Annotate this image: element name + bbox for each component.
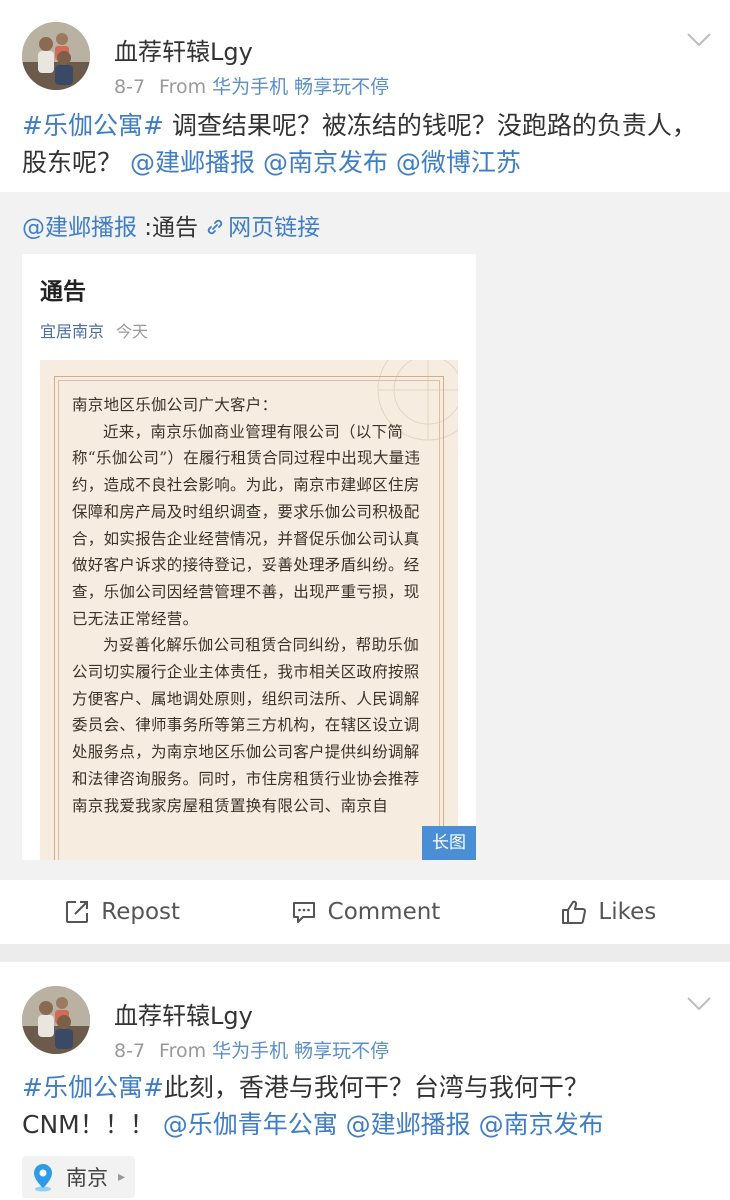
notice-image[interactable]: 南京地区乐伽公司广大客户： 近来，南京乐伽商业管理有限公司（以下简称“乐伽公司”…	[40, 360, 458, 860]
username[interactable]: 血荐轩辕Lgy	[114, 32, 253, 67]
hashtag-link[interactable]: #乐伽公寓#	[22, 111, 164, 140]
notice-paragraph: 为妥善化解乐伽公司租赁合同纠纷，帮助乐伽公司切实履行企业主体责任，我市相关区政府…	[72, 636, 420, 815]
post-date: 8-7	[114, 76, 146, 98]
mention-link[interactable]: @乐伽青年公寓	[163, 1110, 338, 1139]
location-label: 南京	[66, 1166, 108, 1190]
action-bar: Repost Comment Likes	[0, 880, 730, 944]
from-label: From	[159, 1040, 207, 1062]
chevron-down-icon[interactable]	[686, 996, 712, 1012]
thumbs-up-icon	[562, 900, 587, 924]
post-text: #乐伽公寓# 调查结果呢？被冻结的钱呢？没跑路的负责人，股东呢？ @建邺播报 @…	[22, 107, 712, 181]
post-text: #乐伽公寓#此刻，香港与我何干？台湾与我何干？CNM！！！ @乐伽青年公寓 @建…	[22, 1069, 712, 1143]
weibo-post: 血荐轩辕Lgy 8-7 From 华为手机 畅享玩不停 #乐伽公寓#此刻，香港与我何…	[0, 962, 730, 1200]
notice-paragraph: 近来，南京乐伽商业管理有限公司（以下简称“乐伽公司”）在履行租赁合同过程中出现大…	[72, 422, 421, 628]
notice-salutation: 南京地区乐伽公司广大客户：	[72, 396, 278, 414]
post-divider	[0, 944, 730, 962]
user-avatar[interactable]	[22, 22, 90, 90]
retweet-text: :通告	[137, 215, 199, 241]
repost-label: Repost	[101, 899, 181, 925]
from-label: From	[159, 76, 207, 98]
notice-text: 南京地区乐伽公司广大客户： 近来，南京乐伽商业管理有限公司（以下简称“乐伽公司”…	[72, 392, 428, 819]
user-avatar[interactable]	[22, 986, 90, 1054]
weibo-post: 血荐轩辕Lgy 8-7 From 华为手机 畅享玩不停 #乐伽公寓# 调查结果呢？被…	[0, 0, 730, 944]
retweet-mention[interactable]: @建邺播报	[22, 215, 137, 241]
card-source-name: 宜居南京	[40, 322, 105, 341]
location-pin-icon	[34, 1164, 52, 1192]
comment-icon	[292, 902, 315, 923]
post-source[interactable]: 华为手机 畅享玩不停	[212, 76, 389, 98]
hashtag-link[interactable]: #乐伽公寓#	[22, 1073, 164, 1102]
article-card[interactable]: 通告 宜居南京 今天 南京地区乐伽公司广大客户： 近来，南京乐伽商业管理有限公司（…	[22, 254, 476, 860]
likes-label: Likes	[598, 899, 657, 925]
repost-icon	[66, 901, 89, 923]
location-tag[interactable]: 南京 ▸	[22, 1156, 136, 1198]
mention-link[interactable]: @建邺播报	[130, 148, 255, 177]
post-meta: 8-7 From 华为手机 畅享玩不停	[114, 72, 389, 99]
username[interactable]: 血荐轩辕Lgy	[114, 996, 253, 1031]
comment-label: Comment	[327, 899, 441, 925]
mention-link[interactable]: @微博江苏	[396, 148, 521, 177]
post-source[interactable]: 华为手机 畅享玩不停	[212, 1040, 389, 1062]
mention-link[interactable]: @建邺播报	[346, 1110, 471, 1139]
avatar-photo-icon	[22, 22, 90, 90]
retweet-box[interactable]: @建邺播报 :通告 网页链接 通告 宜居南京 今天 南京地区乐伽公司广大客户： 近来…	[0, 192, 730, 880]
post-date: 8-7	[114, 1040, 146, 1062]
caret-right-icon: ▸	[118, 1169, 126, 1185]
card-title: 通告	[40, 279, 86, 305]
card-source: 宜居南京 今天	[40, 318, 148, 342]
retweet-line: @建邺播报 :通告 网页链接	[22, 208, 320, 242]
link-icon	[207, 219, 223, 235]
comment-button[interactable]: Comment	[243, 880, 486, 944]
repost-button[interactable]: Repost	[0, 880, 243, 944]
card-date: 今天	[116, 322, 149, 341]
mention-link[interactable]: @南京发布	[479, 1110, 604, 1139]
like-button[interactable]: Likes	[487, 880, 730, 944]
mention-link[interactable]: @南京发布	[263, 148, 388, 177]
web-link[interactable]: 网页链接	[228, 215, 320, 241]
chevron-down-icon[interactable]	[686, 32, 712, 48]
long-image-badge: 长图	[422, 826, 476, 860]
post-meta: 8-7 From 华为手机 畅享玩不停	[114, 1036, 389, 1063]
avatar-photo-icon	[22, 986, 90, 1054]
